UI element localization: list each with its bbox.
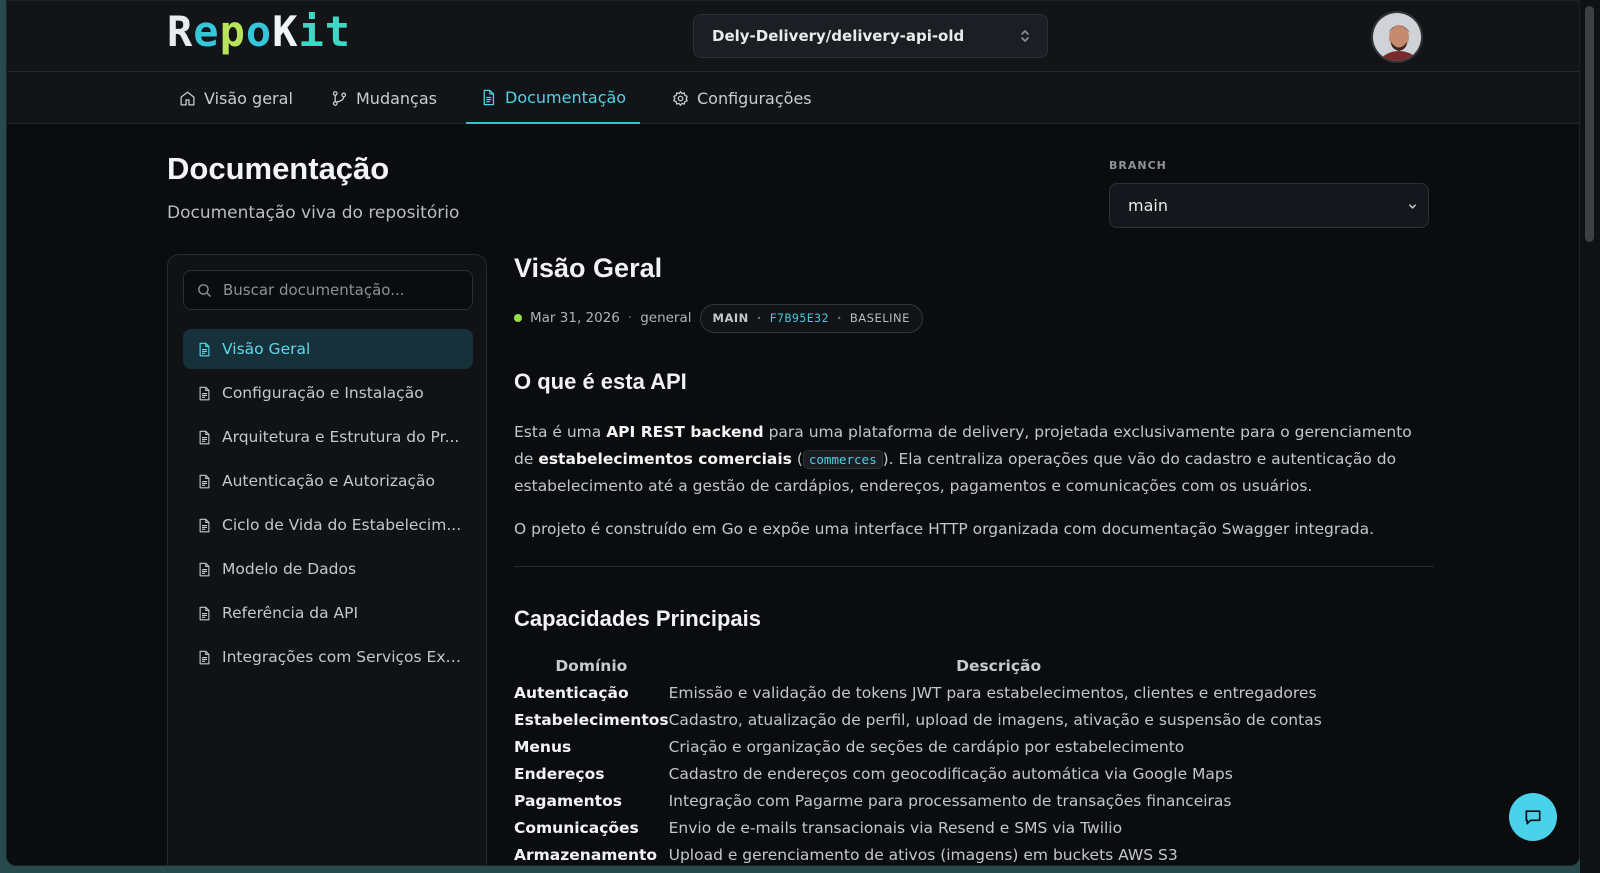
table-cell: Estabelecimentos [514,710,669,729]
table-cell: Cadastro, atualização de perfil, upload … [668,710,1322,729]
repokit-logo[interactable]: RepoKit [167,7,351,57]
git-branch-icon [332,90,347,106]
sidebar-item-integracoes[interactable]: Integrações com Serviços Ext... [183,637,473,677]
document-icon [199,562,210,576]
table-cell: Armazenamento [514,845,658,864]
table-row: Autenticação Emissão e validação de token… [514,679,1329,706]
chevron-down-icon [1409,204,1416,209]
table-row: Menus Criação e organização de seções de … [514,733,1329,760]
table-cell: Cadastro de endereços com geocodificação… [668,764,1233,783]
repo-selector[interactable]: Dely-Delivery/delivery-api-old [693,14,1048,58]
tab-settings[interactable]: Configurações [658,72,826,124]
top-bar: RepoKit Dely-Delivery/delivery-api-old [7,1,1579,72]
home-icon [180,90,195,106]
tab-overview[interactable]: Visão geral [165,72,307,124]
docs-sidebar: Visão Geral Configuração e Instalação Ar… [167,254,487,865]
document-icon [199,342,210,356]
table-row: Endereços Cadastro de endereços com geoco… [514,760,1329,787]
table-cell: Upload e gerenciamento de ativos (imagen… [668,845,1178,864]
table-row: Armazenamento Upload e gerenciamento de a… [514,841,1329,865]
document-icon [199,606,210,620]
sidebar-item-referencia-api[interactable]: Referência da API [183,593,473,633]
table-cell: Comunicações [514,818,639,837]
app-window: RepoKit Dely-Delivery/delivery-api-old V… [6,0,1580,866]
search-icon [198,283,211,297]
table-row: Estabelecimentos Cadastro, atualização de… [514,706,1329,733]
table-row: Pagamentos Integração com Pagarme para pr… [514,787,1329,814]
sidebar-item-ciclo-de-vida[interactable]: Ciclo de Vida do Estabelecim... [183,505,473,545]
sidebar-item-visao-geral[interactable]: Visão Geral [183,329,473,369]
page-title: Documentação [167,151,390,186]
commit-hash: F7B95E32 [769,311,830,325]
baseline-tag: BASELINE [849,311,910,325]
avatar-image [1373,13,1421,61]
divider [514,566,1434,567]
user-avatar[interactable] [1371,11,1423,63]
table-cell: Envio de e-mails transacionais via Resen… [668,818,1123,837]
table-header-row: Domínio Descrição [514,653,1329,679]
version-badge: MAIN · F7B95E32 · BASELINE [699,303,923,333]
tab-changes[interactable]: Mudanças [317,72,451,124]
sidebar-item-modelo-de-dados[interactable]: Modelo de Dados [183,549,473,589]
chat-bubble-icon [1525,810,1541,825]
document-icon [483,89,495,105]
table-cell: Emissão e validação de tokens JWT para e… [668,683,1317,702]
doc-category: general [640,310,692,326]
table-cell: Menus [514,737,572,756]
sidebar-item-configuracao[interactable]: Configuração e Instalação [183,373,473,413]
branch-tag: MAIN [712,311,749,325]
document-icon [199,386,210,400]
chat-button[interactable] [1509,793,1557,841]
search-box[interactable] [183,270,473,310]
section-heading: O que é esta API [514,369,687,394]
section-heading: Capacidades Principais [514,606,761,631]
intro-paragraph: Esta é uma API REST backend para uma pla… [514,423,1412,495]
scrollbar-thumb[interactable] [1585,6,1594,242]
column-header-description: Descrição [956,657,1042,675]
search-input[interactable] [223,281,463,299]
document-icon [199,430,210,444]
branch-label: BRANCH [1109,159,1167,172]
page-scrollbar[interactable] [1580,0,1600,873]
page-subtitle: Documentação viva do repositório [167,203,460,223]
meta-separator: · [837,311,842,325]
stack-paragraph: O projeto é construído em Go e expõe uma… [514,520,1375,538]
chevron-up-down-icon [1021,30,1029,42]
table-cell: Autenticação [514,683,629,702]
doc-meta: Mar 31, 2026 · general MAIN · F7B95E32 ·… [514,303,923,333]
doc-date: Mar 31, 2026 [530,310,620,326]
meta-separator: · [756,311,762,325]
tab-bar: Visão geral Mudanças Documentação Config… [7,72,1579,124]
document-icon [199,474,210,488]
capabilities-table: Domínio Descrição Autenticação Emissão e … [514,653,1329,865]
table-cell: Endereços [514,764,605,783]
document-icon [199,650,210,664]
table-cell: Criação e organização de seções de cardá… [668,737,1185,756]
gear-icon [673,90,688,106]
table-cell: Integração com Pagarme para processament… [668,791,1232,810]
doc-title: Visão Geral [514,253,663,283]
sidebar-item-autenticacao[interactable]: Autenticação e Autorização [183,461,473,501]
table-cell: Pagamentos [514,791,622,810]
table-row: Comunicações Envio de e-mails transaciona… [514,814,1329,841]
inline-code: commerces [802,450,883,469]
status-dot [514,314,522,322]
repo-selector-label: Dely-Delivery/delivery-api-old [712,27,965,45]
branch-value: main [1128,196,1168,215]
tab-documentation[interactable]: Documentação [466,72,641,124]
column-header-domain: Domínio [555,657,628,675]
branch-select[interactable]: main [1109,183,1429,228]
document-icon [199,518,210,532]
meta-separator: · [627,310,633,326]
sidebar-item-arquitetura[interactable]: Arquitetura e Estrutura do Pr... [183,417,473,457]
